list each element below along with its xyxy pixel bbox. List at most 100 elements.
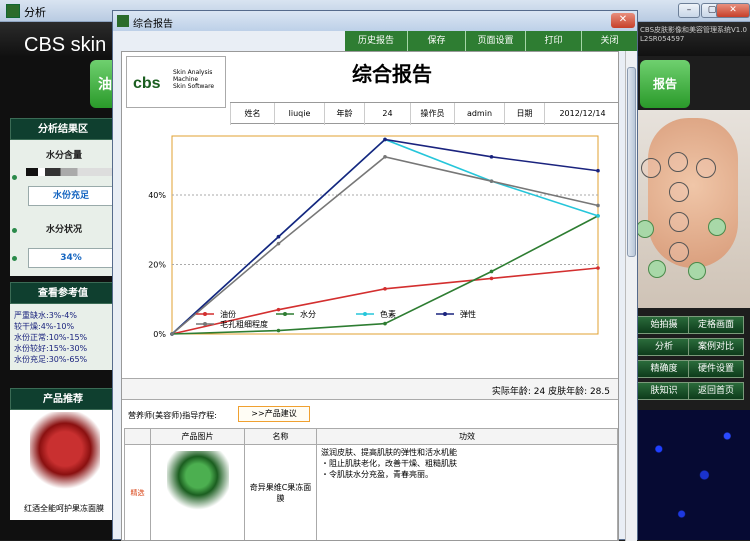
precision-button[interactable]: 精确度 (636, 360, 692, 378)
version-text: CBS皮肤影像和美容管理系统V1.0 L2SR054597 (640, 26, 750, 44)
product-name[interactable]: 红酒全能呵护果冻面膜 (12, 503, 116, 514)
moisture-status-label: 水分状况 (14, 222, 114, 235)
app-icon (6, 4, 20, 18)
face-point-jaw-right[interactable] (688, 262, 706, 280)
data-point (596, 204, 600, 208)
analyze-button[interactable]: 分析 (636, 338, 692, 356)
plot-frame (172, 136, 598, 334)
face-point-nose[interactable] (669, 182, 689, 202)
date-value: 2012/12/14 (544, 103, 619, 125)
operator-value: admin (454, 103, 504, 125)
reference-item: 水份正常:10%-15% (14, 332, 87, 343)
moisture-value: 水份充足 (28, 186, 114, 206)
freeze-frame-button[interactable]: 定格画面 (688, 316, 744, 334)
legend-marker (283, 312, 287, 316)
age-value: 24 (364, 103, 410, 125)
reference-list: 严重缺水:3%-4% 较干燥:4%-10% 水份正常:10%-15% 水份较好:… (14, 310, 87, 365)
advisor-label: 营养师(美容师)指导疗程: (128, 410, 217, 421)
legend-label: 毛孔粗细程度 (220, 319, 268, 329)
table-header-row: 产品图片 名称 功效 (125, 429, 618, 445)
reference-header: 查看参考值 (10, 282, 116, 304)
face-point-forehead-left[interactable] (641, 158, 661, 178)
face-point-jaw-left[interactable] (648, 260, 666, 278)
moisture-percent-dot (12, 256, 17, 261)
data-point (383, 287, 387, 291)
face-point-mouth[interactable] (669, 242, 689, 262)
legend-label: 色素 (380, 309, 396, 319)
dialog-titlebar (113, 11, 637, 31)
moisture-content-label: 水分含量 (14, 148, 114, 161)
brand-text: CBS skin c (24, 34, 122, 57)
face-icon (648, 118, 738, 268)
date-label: 日期 (504, 103, 544, 125)
legend-marker (443, 312, 447, 316)
face-point-forehead-center[interactable] (668, 152, 688, 172)
logo-line: Machine (173, 76, 214, 83)
face-image (636, 110, 750, 308)
data-point (596, 266, 600, 270)
face-point-nose-tip[interactable] (669, 212, 689, 232)
cbs-logo: cbs Skin Analysis Machine Skin Software (126, 56, 226, 108)
face-point-forehead-right[interactable] (696, 158, 716, 178)
data-point (277, 329, 281, 333)
scrollbar-thumb[interactable] (627, 67, 636, 257)
patient-info-row: 姓名 liuqie 年龄 24 操作员 admin 日期 2012/12/14 (230, 102, 619, 124)
legend-label: 弹性 (460, 309, 476, 319)
age-label: 年龄 (324, 103, 364, 125)
background-window-title: 分析 (24, 4, 46, 20)
table-header (125, 429, 151, 445)
table-header: 功效 (317, 429, 618, 445)
reference-item: 水份较好:15%-30% (14, 343, 87, 354)
data-point (490, 179, 494, 183)
close-button[interactable]: ✕ (716, 3, 750, 18)
save-button[interactable]: 保存 (407, 31, 465, 51)
report-page: cbs Skin Analysis Machine Skin Software … (121, 51, 619, 541)
reference-item: 较干燥:4%-10% (14, 321, 87, 332)
logo-line: Skin Software (173, 83, 214, 90)
product-effect-cell: 滋润皮肤、提高肌肤的弹性和活水机能 ・阻止肌肤老化，改善干燥、粗糙肌肤 ・令肌肤… (317, 445, 618, 541)
reference-item: 水份充足:30%-65% (14, 354, 87, 365)
report-button[interactable]: 报告 (640, 60, 690, 108)
dialog-title: 综合报告 (133, 15, 173, 30)
moisture-percent: 34% (28, 248, 114, 268)
legend-label: 油份 (220, 309, 236, 319)
data-point (596, 214, 600, 218)
history-report-button[interactable]: 历史报告 (345, 31, 407, 51)
table-row[interactable]: 精选 奇异果维C果冻面膜 滋润皮肤、提高肌肤的弹性和活水机能 ・阻止肌肤老化，改… (125, 445, 618, 541)
dialog-close-button[interactable]: ✕ (611, 13, 635, 28)
print-button[interactable]: 打印 (525, 31, 581, 51)
legend-marker (363, 312, 367, 316)
legend-marker (203, 322, 207, 326)
y-tick-label: 40% (148, 191, 166, 200)
report-title: 综合报告 (352, 58, 432, 87)
age-summary-row: 实际年龄: 24 皮肤年龄: 28.5 (122, 378, 619, 400)
featured-tag: 精选 (125, 445, 151, 541)
case-compare-button[interactable]: 案例对比 (688, 338, 744, 356)
product-recommend-header: 产品推荐 (10, 388, 116, 410)
start-capture-button[interactable]: 始拍摄 (636, 316, 692, 334)
data-point (383, 138, 387, 142)
actual-skin-age-text: 实际年龄: 24 皮肤年龄: 28.5 (492, 384, 610, 397)
skin-knowledge-button[interactable]: 肤知识 (636, 382, 692, 400)
skin-trend-chart: 0%20%40% 油份水分色素弹性毛孔粗细程度 (126, 130, 616, 374)
close-report-button[interactable]: 关闭 (581, 31, 637, 51)
logo-subtitle: Skin Analysis Machine Skin Software (173, 69, 214, 90)
product-thumbnail[interactable] (167, 451, 229, 513)
scan-preview-image (636, 410, 750, 540)
product-advice-button[interactable]: >>产品建议 (238, 406, 310, 422)
data-point (596, 169, 600, 173)
product-image[interactable] (30, 412, 100, 494)
hardware-settings-button[interactable]: 硬件设置 (688, 360, 744, 378)
data-point (383, 155, 387, 159)
reference-item: 严重缺水:3%-4% (14, 310, 87, 321)
face-point-cheek-left[interactable] (636, 220, 654, 238)
name-label: 姓名 (230, 103, 274, 125)
minimize-button[interactable]: – (678, 3, 700, 18)
dialog-app-icon (117, 15, 129, 27)
page-setup-button[interactable]: 页面设置 (465, 31, 525, 51)
moisture-scale (26, 168, 112, 176)
data-point (170, 332, 174, 336)
face-point-cheek-right[interactable] (708, 218, 726, 236)
return-home-button[interactable]: 返回首页 (688, 382, 744, 400)
data-point (490, 270, 494, 274)
